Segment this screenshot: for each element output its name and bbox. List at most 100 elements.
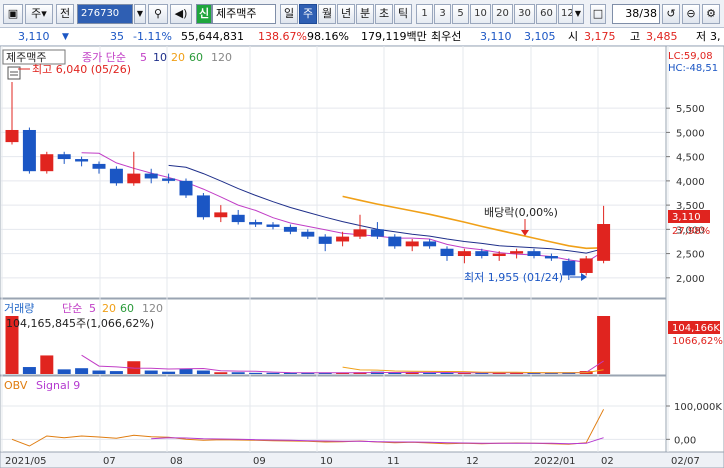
volume-bar (179, 368, 193, 374)
high-price: 3,485 (646, 30, 678, 43)
high-label: 고 (630, 30, 641, 43)
down-arrow-icon: ▼ (62, 32, 69, 42)
x-tick-label: 08 (170, 456, 183, 467)
lc-label: LC:59,08 (668, 51, 713, 62)
interval-button[interactable]: 5 (452, 4, 469, 24)
settings-icon[interactable]: ⚙ (702, 4, 720, 24)
interval-button[interactable]: 60 (536, 4, 557, 24)
y-tick-label: 2,500 (676, 250, 705, 261)
volume-rate: 138.67% (258, 30, 307, 43)
x-tick-label: 02/07 (671, 456, 700, 467)
volume-bar (22, 367, 36, 374)
period-tab[interactable]: 틱 (394, 4, 412, 24)
legend-ma10: 10 (153, 51, 167, 64)
x-tick-label: 11 (387, 456, 400, 467)
candle-body (127, 173, 141, 184)
candle-body (370, 229, 384, 237)
candle-body (527, 251, 541, 257)
candle-body (440, 248, 454, 257)
checkbox-icon[interactable]: □ (590, 4, 606, 24)
open-price: 3,175 (584, 30, 616, 43)
candle-body (283, 226, 297, 232)
candle-body (5, 129, 19, 143)
candle-body (196, 195, 210, 218)
prev-close: 3,110 (18, 30, 50, 43)
chart-menu-icon[interactable]: ▣ (3, 4, 23, 24)
candle-body (231, 214, 245, 223)
y-tick-label: 0,00 (674, 435, 696, 446)
volume-legend-ma120: 120 (142, 302, 163, 315)
candle-body (162, 178, 176, 181)
candle-body (405, 241, 419, 247)
period-tab[interactable]: 분 (356, 4, 374, 24)
new-badge: 신 (196, 4, 212, 24)
toolbar: ▣ 주▾ 전 276730 ▼ ⚲ ◀) 신 제주맥주 일주월년분초틱 1351… (0, 0, 724, 28)
annotation-dividend: 배당락(0,00%) (484, 206, 558, 219)
quote-bar: 3,110 ▼ 35 -1.11% 55,644,831 138.67% 98.… (0, 28, 724, 46)
volume-legend-name: 거래량 (4, 302, 34, 315)
volume-bar (162, 371, 176, 374)
candle-body (510, 251, 524, 254)
candle-body (179, 180, 193, 196)
strength: 98.16% (307, 30, 349, 43)
period-tab[interactable]: 년 (337, 4, 355, 24)
period-tab[interactable]: 주 (299, 4, 317, 24)
volume-bar (214, 372, 228, 374)
y-tick-label: 4,000 (676, 177, 705, 188)
candle-body (22, 129, 36, 172)
change-rate: -1.11% (133, 30, 172, 43)
market-select[interactable]: 주▾ (25, 4, 53, 24)
interval-button[interactable]: 1 (416, 4, 433, 24)
candle-body (318, 236, 332, 244)
volume-bar (57, 369, 71, 374)
candle-body (423, 241, 437, 247)
interval-button[interactable]: 10 (470, 4, 491, 24)
y-tick-label: 5,000 (676, 128, 705, 139)
open-label: 시 (568, 30, 579, 43)
best-bid: 3,105 (524, 30, 556, 43)
candle-body (214, 212, 228, 218)
low-price: 3, (710, 30, 721, 43)
y-tick-label: 5,500 (676, 104, 705, 115)
history-icon[interactable]: ↺ (662, 4, 680, 24)
current-rate: 27,98% (672, 226, 710, 237)
candle-body (109, 168, 123, 184)
code-input[interactable]: 276730 (77, 4, 133, 24)
candle-body (475, 251, 489, 257)
volume-bar (231, 372, 245, 374)
volume-tag-rate: 1066,62% (672, 336, 723, 347)
legend-ma60: 60 (189, 51, 203, 64)
interval-buttons: 1 3 5 10 20 30 60 120 (416, 4, 583, 24)
zoom-out-icon[interactable]: ⊖ (682, 4, 700, 24)
speaker-icon[interactable]: ◀) (170, 4, 192, 24)
candle-body (353, 229, 367, 237)
period-tab[interactable]: 일 (280, 4, 298, 24)
volume-legend-ma5: 5 (89, 302, 96, 315)
volume-bar (266, 372, 280, 374)
x-tick-label: 02 (601, 456, 614, 467)
period-tab[interactable]: 월 (318, 4, 336, 24)
candle-body (266, 224, 280, 227)
code-dropdown-icon[interactable]: ▼ (134, 4, 146, 24)
prev-button[interactable]: 전 (56, 4, 74, 24)
candle-body (92, 163, 106, 169)
interval-dropdown-icon[interactable]: ▼ (572, 4, 584, 24)
volume-legend-ma20: 20 (102, 302, 116, 315)
candle-body (40, 154, 54, 172)
x-tick-label: 10 (320, 456, 333, 467)
annotation-high: 최고 6,040 (05/26) (32, 63, 131, 76)
search-icon[interactable]: ⚲ (148, 4, 168, 24)
legend-ma20: 20 (171, 51, 185, 64)
x-tick-label: 2021/05 (5, 456, 47, 467)
obv-legend-signal: Signal 9 (36, 379, 80, 392)
interval-button[interactable]: 3 (434, 4, 451, 24)
best-ask: 3,110 (480, 30, 512, 43)
interval-button[interactable]: 30 (514, 4, 535, 24)
period-tab[interactable]: 초 (375, 4, 393, 24)
candle-body (57, 154, 71, 160)
y-tick-label: 2,000 (676, 274, 705, 285)
amount: 179,119백만 (361, 30, 427, 43)
x-tick-label: 07 (103, 456, 116, 467)
interval-button[interactable]: 20 (492, 4, 513, 24)
chart-area[interactable]: 5,5005,0004,5004,0003,5003,0002,5002,000… (0, 46, 724, 468)
